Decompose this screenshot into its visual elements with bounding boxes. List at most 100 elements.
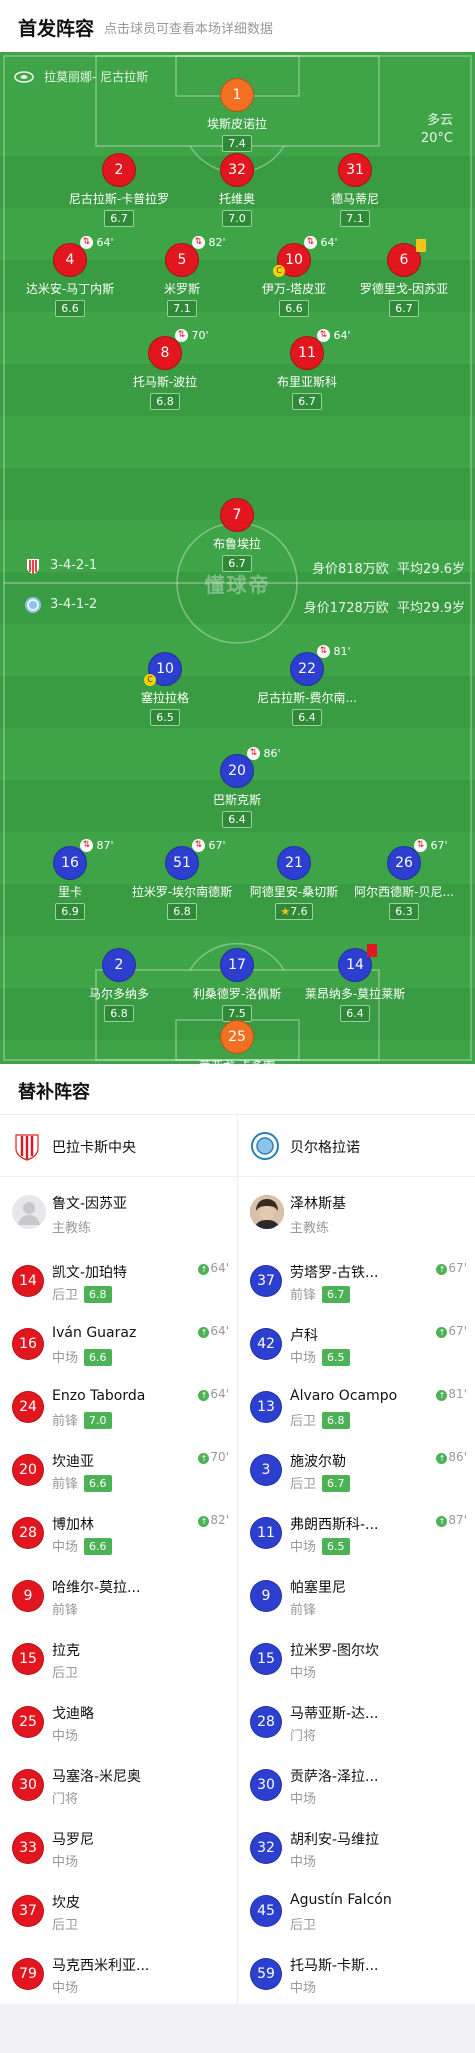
away-player-20[interactable]: 20 ⇅ 86' 巴斯克斯 6.4 — [169, 747, 305, 828]
jersey-number: 79 — [12, 1958, 44, 1990]
player-rating: 6.3 — [389, 903, 419, 920]
player-rating: 6.9 — [55, 903, 85, 920]
sub-player-row[interactable]: 59 托马斯-卡斯... 中场 — [238, 1942, 475, 2005]
sub-player-row[interactable]: 42 卢科 中场 6.5 ↑ 67' — [238, 1312, 475, 1375]
sub-player-row[interactable]: 13 Álvaro Ocampo 后卫 6.8 ↑ 81' — [238, 1375, 475, 1438]
player-rating: 6.4 — [340, 1005, 370, 1022]
home-player-8[interactable]: 8 ⇅ 70' 托马斯-波拉 6.8 — [97, 329, 233, 410]
home-player-11[interactable]: 11 ⇅ 64' 布里亚斯科 6.7 — [239, 329, 375, 410]
sub-on-minute: ↑ 81' — [436, 1387, 467, 1401]
sub-arrow-icon: ⇅ — [247, 747, 260, 760]
jersey-number: 30 — [250, 1769, 282, 1801]
player-position: 后卫 — [52, 1666, 79, 1681]
player-name: 托马斯-波拉 — [132, 375, 198, 389]
home-player-2[interactable]: 2 尼古拉斯-卡普拉罗 6.7 — [51, 153, 187, 227]
home-crest-icon — [15, 1134, 39, 1161]
sub-player-row[interactable]: 9 哈维尔-莫拉... 前锋 — [0, 1564, 237, 1627]
sub-player-row[interactable]: 24 Enzo Taborda 前锋 7.0 ↑ 64' — [0, 1375, 237, 1438]
jersey-number: 16 — [12, 1328, 44, 1360]
player-name: 戈迪略 — [52, 1706, 94, 1722]
player-name: 拉米罗-图尔坎 — [290, 1643, 380, 1659]
player-name: 拉克 — [52, 1643, 80, 1659]
red-card-icon — [367, 944, 377, 957]
sub-player-row[interactable]: 11 弗朗西斯科-... 中场 6.5 ↑ 87' — [238, 1501, 475, 1564]
sub-player-row[interactable]: 9 帕塞里尼 前锋 — [238, 1564, 475, 1627]
player-rating: 6.7 — [104, 210, 134, 227]
away-player-22[interactable]: 22 ⇅ 81' 尼古拉斯-费尔南... 6.4 — [239, 645, 375, 726]
away-player-17[interactable]: 17 利桑德罗-洛佩斯 7.5 — [169, 948, 305, 1022]
player-rating: 6.5 — [322, 1538, 350, 1555]
away-coach[interactable]: 泽林斯基 主教练 — [238, 1177, 475, 1249]
sub-off-indicator: ⇅ 81' — [317, 645, 351, 659]
home-player-31[interactable]: 31 德马蒂尼 7.1 — [287, 153, 423, 227]
home-player-1[interactable]: 1 埃斯皮诺拉 7.4 — [169, 78, 305, 152]
player-name: 埃斯皮诺拉 — [206, 117, 267, 131]
sub-player-row[interactable]: 16 Iván Guaraz 中场 6.6 ↑ 64' — [0, 1312, 237, 1375]
sub-arrow-icon: ⇅ — [192, 839, 205, 852]
sub-player-row[interactable]: 28 马蒂亚斯-达... 门将 — [238, 1690, 475, 1753]
player-position: 前锋 — [290, 1603, 317, 1618]
away-player-2[interactable]: 2 马尔多纳多 6.8 — [51, 948, 187, 1022]
player-name: 阿尔西德斯-贝尼... — [354, 885, 454, 899]
pitch: 拉莫丽娜- 尼古拉斯 多云 20°C 3-4-2-1 身价818万欧 平均29.… — [0, 52, 475, 1064]
home-coach[interactable]: 鲁文-因苏亚 主教练 — [0, 1177, 237, 1249]
sub-player-row[interactable]: 79 马克西米利亚... 中场 — [0, 1942, 237, 2005]
weather-text: 多云 — [426, 113, 453, 128]
sub-in-icon: ↑ — [436, 1516, 448, 1527]
sub-player-row[interactable]: 33 马罗尼 中场 — [0, 1816, 237, 1879]
away-player-25[interactable]: 25蒂亚戈-卡多索6.9 — [169, 1020, 305, 1064]
player-position: 后卫 — [52, 1918, 79, 1933]
home-team-header[interactable]: 巴拉卡斯中央 — [0, 1115, 237, 1177]
sub-player-row[interactable]: 20 坎迪亚 前锋 6.6 ↑ 70' — [0, 1438, 237, 1501]
sub-player-row[interactable]: 28 博加林 中场 6.6 ↑ 82' — [0, 1501, 237, 1564]
sub-player-row[interactable]: 30 贡萨洛-泽拉... 中场 — [238, 1753, 475, 1816]
jersey-number: 32 — [250, 1832, 282, 1864]
player-name: 德马蒂尼 — [330, 192, 379, 206]
player-name: 尼古拉斯-费尔南... — [257, 691, 357, 705]
sub-player-row[interactable]: 45 Agustín Falcón 后卫 — [238, 1879, 475, 1942]
away-team-summary: 3-4-1-2 身价1728万欧 平均29.9岁 — [0, 594, 475, 618]
sub-player-row[interactable]: 32 胡利安-马维拉 中场 — [238, 1816, 475, 1879]
sub-player-row[interactable]: 14 凯文-加珀特 后卫 6.8 ↑ 64' — [0, 1249, 237, 1312]
sub-player-row[interactable]: 37 劳塔罗-古铁... 前锋 6.7 ↑ 67' — [238, 1249, 475, 1312]
player-name: 布里亚斯科 — [276, 375, 337, 389]
jersey-number: 15 — [12, 1643, 44, 1675]
sub-player-row[interactable]: 25 戈迪略 中场 — [0, 1690, 237, 1753]
sub-player-row[interactable]: 3 施波尔勒 后卫 6.7 ↑ 86' — [238, 1438, 475, 1501]
sub-arrow-icon: ⇅ — [317, 645, 330, 658]
sub-player-row[interactable]: 37 坎皮 后卫 — [0, 1879, 237, 1942]
jersey-number: 17 — [220, 948, 254, 982]
away-player-14[interactable]: 14 莱昂纳多-莫拉莱斯 6.4 — [287, 944, 423, 1022]
sub-in-icon: ↑ — [436, 1390, 448, 1401]
away-player-10[interactable]: 10 C 塞拉拉格 6.5 — [97, 652, 233, 726]
player-name: 施波尔勒 — [290, 1454, 346, 1470]
page-subtitle: 点击球员可查看本场详细数据 — [104, 22, 274, 37]
away-crest-icon — [251, 1132, 279, 1160]
away-coach-role: 主教练 — [290, 1221, 330, 1236]
sub-off-indicator: ⇅ 86' — [247, 747, 281, 761]
captain-badge: C — [144, 674, 156, 686]
sub-arrow-icon: ⇅ — [80, 236, 93, 249]
away-team-header[interactable]: 贝尔格拉诺 — [238, 1115, 475, 1177]
player-position: 后卫 — [290, 1918, 317, 1933]
away-team-name: 贝尔格拉诺 — [290, 1140, 360, 1156]
away-player-26[interactable]: 26 ⇅ 67' 阿尔西德斯-贝尼... 6.3 — [336, 839, 472, 920]
sub-player-row[interactable]: 15 拉克后卫 — [0, 1627, 237, 1690]
sub-player-row[interactable]: 15 拉米罗-图尔坎 中场 — [238, 1627, 475, 1690]
away-coach-name: 泽林斯基 — [290, 1196, 346, 1212]
player-rating: 6.7 — [322, 1475, 350, 1492]
header: 首发阵容 点击球员可查看本场详细数据 — [0, 0, 475, 52]
home-player-7[interactable]: 7 布鲁埃拉 6.7 — [169, 498, 305, 572]
sub-on-minute: ↑ 86' — [436, 1450, 467, 1464]
sub-in-icon: ↑ — [436, 1453, 448, 1464]
home-player-32[interactable]: 32 托维奥 7.0 — [169, 153, 305, 227]
sub-off-indicator: ⇅ 70' — [175, 329, 209, 343]
player-rating: 6.8 — [150, 393, 180, 410]
away-crest-icon — [25, 597, 41, 613]
home-player-6[interactable]: 6 罗德里戈-因苏亚 6.7 — [336, 239, 472, 317]
sub-in-icon: ↑ — [198, 1327, 210, 1338]
sub-player-row[interactable]: 30 马塞洛-米尼奥 门将 — [0, 1753, 237, 1816]
player-rating: 6.6 — [279, 300, 309, 317]
player-name: 帕塞里尼 — [290, 1580, 346, 1596]
page-title: 首发阵容 — [18, 18, 95, 40]
